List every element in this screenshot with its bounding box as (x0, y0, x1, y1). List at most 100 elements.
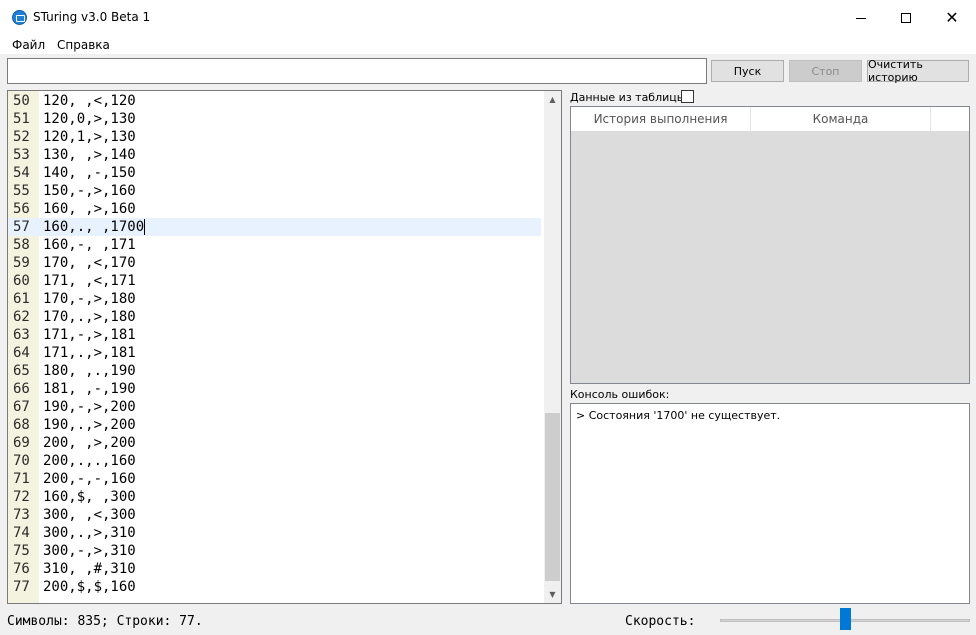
line-number: 69 (13, 435, 30, 451)
title-bar: STuring v3.0 Beta 1 ✕ (0, 0, 976, 36)
status-bar: Символы: 835; Строки: 77. Скорость: (0, 606, 976, 635)
line-code[interactable]: 180, ,.,190 (43, 362, 136, 380)
line-code[interactable]: 170, ,<,170 (43, 254, 136, 272)
editor-line[interactable]: 63 171,-,>,181 (8, 326, 541, 344)
editor-line[interactable]: 53 130, ,>,140 (8, 146, 541, 164)
line-code[interactable]: 200,.,.,160 (43, 452, 136, 470)
editor-line[interactable]: 61 170,-,>,180 (8, 290, 541, 308)
table-data-checkbox[interactable] (681, 90, 694, 103)
editor-line[interactable]: 70 200,.,.,160 (8, 452, 541, 470)
editor-line[interactable]: 67 190,-,>,200 (8, 398, 541, 416)
line-code[interactable]: 160,-, ,171 (43, 236, 136, 254)
editor-line[interactable]: 75 300,-,>,310 (8, 542, 541, 560)
line-code[interactable]: 181, ,-,190 (43, 380, 136, 398)
editor-line[interactable]: 56 160, ,>,160 (8, 200, 541, 218)
line-code[interactable]: 170,-,>,180 (43, 290, 136, 308)
line-code[interactable]: 200,-,-,160 (43, 470, 136, 488)
editor-line[interactable]: 69 200, ,>,200 (8, 434, 541, 452)
editor-line[interactable]: 60 171, ,<,171 (8, 272, 541, 290)
table-data-label: Данные из таблицы: (570, 91, 690, 104)
editor-line[interactable]: 50 120, ,<,120 (8, 92, 541, 110)
line-number: 77 (13, 579, 30, 595)
line-number: 53 (13, 147, 30, 163)
line-number: 65 (13, 363, 30, 379)
scroll-down-icon[interactable]: ▼ (544, 586, 561, 603)
column-header-command[interactable]: Команда (751, 107, 931, 131)
toolbar: Пуск Стоп Очистить историю (0, 54, 976, 88)
column-header-history[interactable]: История выполнения (571, 107, 751, 131)
line-code[interactable]: 160, ,>,160 (43, 200, 136, 218)
line-code[interactable]: 171,.,>,181 (43, 344, 136, 362)
editor-line[interactable]: 62 170,.,>,180 (8, 308, 541, 326)
line-code[interactable]: 120,0,>,130 (43, 110, 136, 128)
line-code[interactable]: 160,., ,1700 (43, 218, 146, 236)
editor-line[interactable]: 68 190,.,>,200 (8, 416, 541, 434)
code-editor[interactable]: 50 120, ,<,120 51 120,0,>,130 52 120,1,>,130 5… (7, 90, 562, 604)
scrollbar-thumb[interactable] (545, 413, 560, 581)
clear-history-button[interactable]: Очистить историю (867, 58, 969, 84)
column-header-blank (931, 107, 969, 131)
line-number: 75 (13, 543, 30, 559)
editor-line[interactable]: 58 160,-, ,171 (8, 236, 541, 254)
line-number: 73 (13, 507, 30, 523)
line-code[interactable]: 310, ,#,310 (43, 560, 136, 578)
app-icon (12, 10, 27, 25)
menu-file[interactable]: Файл (12, 38, 45, 52)
stop-button[interactable]: Стоп (789, 60, 862, 82)
history-table[interactable]: История выполнения Команда (570, 106, 970, 384)
text-caret (144, 219, 146, 235)
line-number: 52 (13, 129, 30, 145)
editor-line[interactable]: 77 200,$,$,160 (8, 578, 541, 596)
run-button[interactable]: Пуск (711, 60, 784, 82)
editor-line[interactable]: 73 300, ,<,300 (8, 506, 541, 524)
editor-line[interactable]: 66 181, ,-,190 (8, 380, 541, 398)
error-console-label: Консоль ошибок: (570, 388, 670, 401)
editor-line[interactable]: 72 160,$, ,300 (8, 488, 541, 506)
minimize-icon (856, 17, 866, 19)
speed-slider-thumb[interactable] (840, 608, 851, 630)
editor-line[interactable]: 52 120,1,>,130 (8, 128, 541, 146)
command-input[interactable] (7, 58, 707, 84)
line-number: 58 (13, 237, 30, 253)
editor-line[interactable]: 64 171,.,>,181 (8, 344, 541, 362)
line-code[interactable]: 120,1,>,130 (43, 128, 136, 146)
editor-line[interactable]: 55 150,-,>,160 (8, 182, 541, 200)
close-icon: ✕ (945, 8, 959, 27)
line-code[interactable]: 140, ,-,150 (43, 164, 136, 182)
editor-line[interactable]: 76 310, ,#,310 (8, 560, 541, 578)
line-code[interactable]: 300,-,>,310 (43, 542, 136, 560)
line-code[interactable]: 190,.,>,200 (43, 416, 136, 434)
line-number: 64 (13, 345, 30, 361)
close-button[interactable]: ✕ (929, 0, 975, 36)
line-number: 55 (13, 183, 30, 199)
line-code[interactable]: 300, ,<,300 (43, 506, 136, 524)
minimize-button[interactable] (838, 0, 884, 36)
line-number: 76 (13, 561, 30, 577)
line-code[interactable]: 171,-,>,181 (43, 326, 136, 344)
line-code[interactable]: 200,$,$,160 (43, 578, 136, 596)
status-summary: Символы: 835; Строки: 77. (7, 614, 203, 629)
line-code[interactable]: 130, ,>,140 (43, 146, 136, 164)
line-code[interactable]: 200, ,>,200 (43, 434, 136, 452)
editor-line[interactable]: 54 140, ,-,150 (8, 164, 541, 182)
line-code[interactable]: 150,-,>,160 (43, 182, 136, 200)
line-code[interactable]: 160,$, ,300 (43, 488, 136, 506)
line-number: 60 (13, 273, 30, 289)
editor-line[interactable]: 59 170, ,<,170 (8, 254, 541, 272)
editor-scrollbar[interactable]: ▲ ▼ (544, 91, 561, 603)
editor-line[interactable]: 65 180, ,.,190 (8, 362, 541, 380)
line-code[interactable]: 120, ,<,120 (43, 92, 136, 110)
menu-help[interactable]: Справка (57, 38, 110, 52)
line-code[interactable]: 300,.,>,310 (43, 524, 136, 542)
line-code[interactable]: 171, ,<,171 (43, 272, 136, 290)
scroll-up-icon[interactable]: ▲ (544, 91, 561, 108)
line-code[interactable]: 190,-,>,200 (43, 398, 136, 416)
editor-line[interactable]: 57 160,., ,1700 (8, 218, 541, 236)
editor-line[interactable]: 51 120,0,>,130 (8, 110, 541, 128)
line-number: 68 (13, 417, 30, 433)
line-code[interactable]: 170,.,>,180 (43, 308, 136, 326)
editor-line[interactable]: 71 200,-,-,160 (8, 470, 541, 488)
editor-line[interactable]: 74 300,.,>,310 (8, 524, 541, 542)
maximize-button[interactable] (883, 0, 929, 36)
error-console[interactable]: > Состояния '1700' не существует. (570, 403, 970, 604)
